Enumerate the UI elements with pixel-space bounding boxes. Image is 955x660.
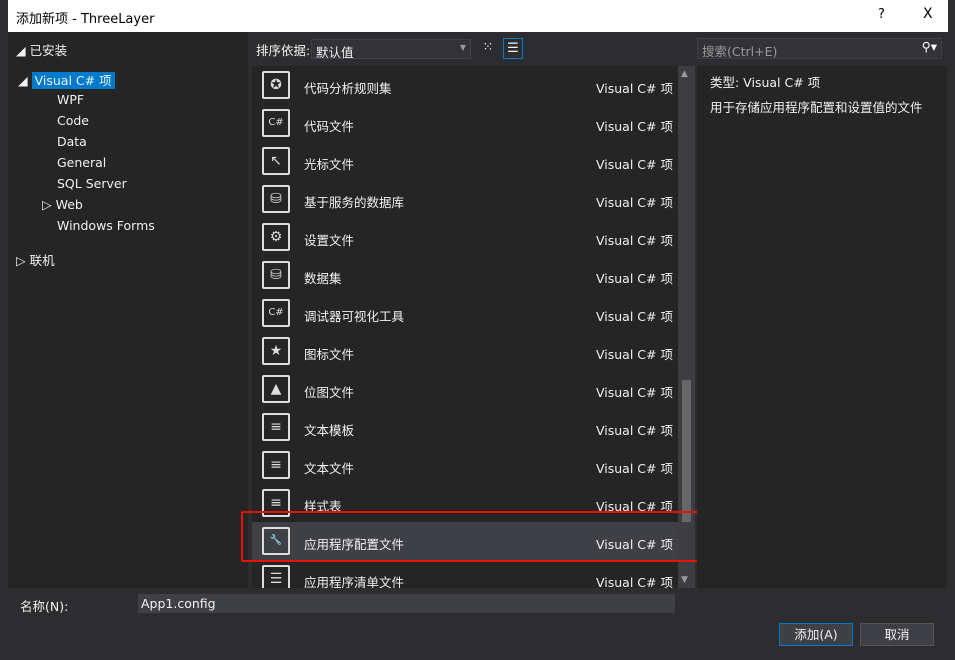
grid-view-button[interactable]: ⁙ [478,38,498,59]
item-label: 设置文件 [304,233,355,248]
item-type-label: Visual C# 项 [596,385,673,400]
item-description: 用于存储应用程序配置和设置值的文件 [710,100,923,115]
list-item[interactable]: C# 代码文件 Visual C# 项 [252,104,678,142]
ruleset-icon: ✪ [262,71,290,99]
tree-label: Visual C# 项 [31,72,115,89]
item-type-label: Visual C# 项 [596,461,673,476]
search-placeholder: 搜索(Ctrl+E) [702,44,778,59]
template-list: ✪ 代码分析规则集 Visual C# 项 C# 代码文件 Visual C# 项 ↖ 光标文… [252,66,678,588]
text-file-icon: ≡ [262,451,290,479]
chevron-down-icon: ▼ [459,43,466,52]
scroll-down-icon[interactable]: ▼ [681,575,688,585]
dialog-title: 添加新项 - ThreeLayer [16,12,155,27]
manifest-icon: ☰ [262,565,290,588]
list-scrollbar[interactable]: ▲ ▼ [678,66,695,588]
text-template-icon: ≡ [262,413,290,441]
tree-item-windows-forms[interactable]: Windows Forms [57,218,155,233]
tree-item-web[interactable]: ▷ Web [42,197,83,212]
list-item[interactable]: ≡ 文本文件 Visual C# 项 [252,446,678,484]
title-bar: 添加新项 - ThreeLayer ? X [8,0,948,32]
tree-item-online[interactable]: ▷ 联机 [16,250,55,269]
sort-label: 排序依据: [256,43,311,58]
item-label: 代码文件 [304,119,355,134]
item-type-label: Visual C# 项 [596,309,673,324]
scroll-up-icon[interactable]: ▲ [681,69,688,79]
item-type-label: Visual C# 项 [596,233,673,248]
tree-item-data[interactable]: Data [57,134,87,149]
item-type: 类型: Visual C# 项 [710,75,821,90]
close-button[interactable]: X [923,6,933,22]
installed-header[interactable]: ◢ 已安装 [16,40,67,59]
search-icon[interactable]: ⚲▾ [922,39,937,54]
item-label: 应用程序清单文件 [304,575,405,588]
list-item[interactable]: ⛁ 数据集 Visual C# 项 [252,256,678,294]
list-item[interactable]: ⛁ 基于服务的数据库 Visual C# 项 [252,180,678,218]
tree-item-wpf[interactable]: WPF [57,92,84,107]
list-item[interactable]: ↖ 光标文件 Visual C# 项 [252,142,678,180]
item-type-label: Visual C# 项 [596,575,673,588]
dataset-icon: ⛁ [262,261,290,289]
settings-gear-icon: ⚙ [262,223,290,251]
item-label: 文本模板 [304,423,355,438]
name-input[interactable] [138,594,675,613]
item-type-label: Visual C# 项 [596,81,673,96]
bitmap-icon: ▲ [262,375,290,403]
sort-dropdown[interactable]: 默认值 ▼ [311,39,471,60]
search-input[interactable]: 搜索(Ctrl+E) ⚲▾ [697,38,942,59]
item-type-label: Visual C# 项 [596,119,673,134]
item-label: 调试器可视化工具 [304,309,405,324]
tree-item-code[interactable]: Code [57,113,89,128]
list-item[interactable]: ⚙ 设置文件 Visual C# 项 [252,218,678,256]
sort-value: 默认值 [316,45,354,60]
icon-file-icon: ★ [262,337,290,365]
installed-label: 已安装 [29,43,68,58]
list-item[interactable]: C# 调试器可视化工具 Visual C# 项 [252,294,678,332]
tree-item-sql-server[interactable]: SQL Server [57,176,127,191]
database-icon: ⛁ [262,185,290,213]
tree-label: Web [55,197,83,212]
list-item[interactable]: ✪ 代码分析规则集 Visual C# 项 [252,66,678,104]
details-panel: 类型: Visual C# 项 用于存储应用程序配置和设置值的文件 [697,66,947,588]
item-type-label: Visual C# 项 [596,423,673,438]
item-label: 光标文件 [304,157,355,172]
highlight-box [241,511,710,562]
item-type-label: Visual C# 项 [596,347,673,362]
code-file-icon: C# [262,109,290,137]
name-label: 名称(N): [20,599,69,614]
tree-item-general[interactable]: General [57,155,106,170]
item-type-label: Visual C# 项 [596,195,673,210]
item-label: 文本文件 [304,461,355,476]
item-label: 基于服务的数据库 [304,195,405,210]
item-label: 图标文件 [304,347,355,362]
item-type-label: Visual C# 项 [596,157,673,172]
scroll-thumb[interactable] [682,380,691,522]
list-item[interactable]: ★ 图标文件 Visual C# 项 [252,332,678,370]
cursor-file-icon: ↖ [262,147,290,175]
list-item[interactable]: ▲ 位图文件 Visual C# 项 [252,370,678,408]
category-tree: ◢ 已安装 ◢ Visual C# 项 WPF Code Data Genera… [8,32,248,588]
list-view-button[interactable]: ☰ [503,38,523,59]
list-item[interactable]: ≡ 文本模板 Visual C# 项 [252,408,678,446]
add-button[interactable]: 添加(A) [779,623,853,646]
online-label: 联机 [29,253,55,268]
item-type-label: Visual C# 项 [596,271,673,286]
help-button[interactable]: ? [878,7,885,22]
list-item[interactable]: ☰ 应用程序清单文件 Visual C# 项 [252,560,678,588]
item-label: 位图文件 [304,385,355,400]
tree-item-visual-csharp[interactable]: ◢ Visual C# 项 [18,70,115,89]
visualizer-icon: C# [262,299,290,327]
item-label: 数据集 [304,271,342,286]
item-label: 代码分析规则集 [304,81,392,96]
cancel-button[interactable]: 取消 [860,623,934,646]
